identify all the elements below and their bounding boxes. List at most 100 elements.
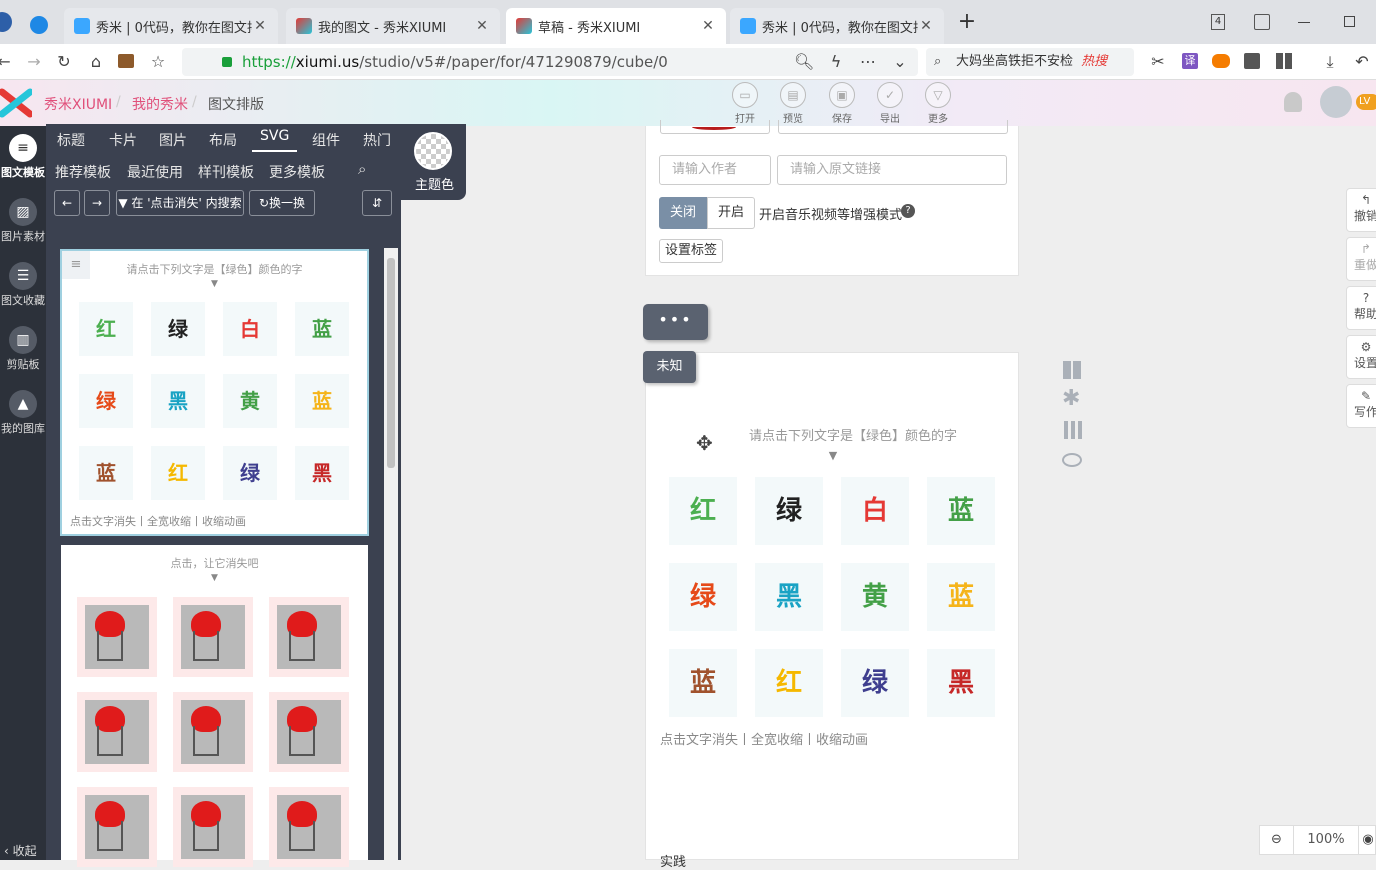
browser-profile-icon[interactable] [0, 12, 12, 32]
help-icon[interactable]: ? [901, 204, 915, 218]
enhance-off-toggle[interactable]: 关闭 [659, 197, 707, 229]
lightning-icon[interactable]: ϟ [826, 52, 846, 72]
open-button[interactable]: ▭ 打开 [728, 82, 762, 125]
subtab-more[interactable]: 更多模板 [269, 162, 325, 182]
heart-bin-image[interactable] [77, 787, 157, 867]
color-word-cell[interactable]: 白 [841, 477, 909, 545]
save-button[interactable]: ▣ 保存 [825, 82, 859, 125]
apps-grid-icon[interactable] [1276, 53, 1292, 69]
color-word-cell[interactable]: 蓝 [927, 563, 995, 631]
back-icon[interactable]: ← [0, 52, 14, 72]
swap-button[interactable]: ↻换一换 [249, 190, 315, 216]
export-button[interactable]: ✓ 导出 [873, 82, 907, 125]
next-page-button[interactable]: → [84, 190, 110, 216]
color-word-cell[interactable]: 绿 [755, 477, 823, 545]
color-word-cell[interactable]: 蓝 [295, 374, 349, 428]
color-word-cell[interactable]: 黑 [755, 563, 823, 631]
subtab-sample[interactable]: 样刊模板 [198, 162, 254, 182]
tab-2[interactable]: 我的图文 - 秀米XIUMI ✕ [286, 8, 500, 44]
color-word-cell[interactable]: 绿 [841, 649, 909, 717]
color-word-cell[interactable]: 蓝 [927, 477, 995, 545]
block-type-badge[interactable]: 未知 [643, 351, 696, 383]
translate-icon[interactable]: 译 [1182, 53, 1198, 69]
color-word-cell[interactable]: 绿 [151, 302, 205, 356]
color-word-cell[interactable]: 黑 [927, 649, 995, 717]
author-input[interactable]: 请输入作者 [659, 155, 771, 185]
tab-3-active[interactable]: 草稿 - 秀米XIUMI ✕ [506, 8, 726, 44]
color-word-cell[interactable]: 绿 [223, 446, 277, 500]
more-button[interactable]: ▽ 更多 [921, 82, 955, 125]
color-word-cell[interactable]: 黑 [151, 374, 205, 428]
minimize-icon[interactable] [1298, 22, 1310, 23]
prev-page-button[interactable]: ← [54, 190, 80, 216]
tab-layout[interactable]: 布局 [209, 130, 237, 150]
reload-icon[interactable]: ↻ [54, 52, 74, 72]
write-action-button[interactable]: ✎ 写作 [1346, 384, 1376, 428]
color-word-cell[interactable]: 蓝 [669, 649, 737, 717]
tab-hot[interactable]: 热门 [363, 130, 391, 150]
color-word-cell[interactable]: 绿 [79, 374, 133, 428]
color-word-cell[interactable]: 黑 [295, 446, 349, 500]
asterisk-icon[interactable]: ✱ [1062, 386, 1080, 411]
zoom-out-icon[interactable]: ⊖ [1260, 826, 1294, 854]
settings-action-button[interactable]: ⚙ 设置 [1346, 335, 1376, 379]
tab-4[interactable]: 秀米 | 0代码，教你在图文排版 ✕ [730, 8, 944, 44]
more-horizontal-icon[interactable]: ⋯ [858, 52, 878, 72]
shirt-icon[interactable] [1254, 14, 1270, 30]
xiumi-logo-icon[interactable] [0, 88, 34, 118]
zoom-search-icon[interactable]: 🔍︎ [794, 52, 814, 72]
heart-bin-image[interactable] [77, 692, 157, 772]
tab-svg[interactable]: SVG [252, 128, 298, 152]
heart-bin-image[interactable] [77, 597, 157, 677]
undo-action-button[interactable]: ↰ 撤销 [1346, 188, 1376, 232]
close-icon[interactable]: ✕ [918, 18, 934, 34]
filter-search-button[interactable]: ▼ 在 '点击消失' 内搜索 [116, 190, 244, 216]
panel-scrollbar[interactable] [384, 248, 398, 860]
forward-icon[interactable]: → [24, 52, 44, 72]
extension-bag-icon[interactable] [118, 54, 134, 68]
heart-bin-image[interactable] [269, 597, 349, 677]
heart-bin-image[interactable] [173, 597, 253, 677]
source-link-input[interactable]: 请输入原文链接 [777, 155, 1007, 185]
heart-bin-image[interactable] [173, 787, 253, 867]
new-tab-button[interactable]: + [956, 11, 978, 34]
sort-button[interactable]: ⇵ [362, 190, 392, 216]
rail-item-gallery[interactable]: ▲ 我的图库 [0, 390, 46, 436]
enhance-on-toggle[interactable]: 开启 [707, 197, 755, 229]
subtab-recent[interactable]: 最近使用 [127, 162, 183, 182]
breadcrumb-my-xiumi[interactable]: 我的秀米 [132, 94, 188, 114]
color-word-cell[interactable]: 红 [669, 477, 737, 545]
scissors-icon[interactable]: ✂ [1148, 52, 1168, 72]
avatar[interactable] [1320, 86, 1352, 118]
heart-bin-image[interactable] [269, 787, 349, 867]
color-word-cell[interactable]: 白 [223, 302, 277, 356]
color-word-cell[interactable]: 红 [755, 649, 823, 717]
bar-chart-icon[interactable] [1064, 421, 1082, 439]
close-icon[interactable]: ✕ [252, 18, 268, 34]
undo-icon[interactable]: ↶ [1352, 52, 1372, 72]
browser-search-box[interactable]: ⌕ 大妈坐高铁拒不安检 热搜 [926, 48, 1134, 76]
template-card-svg-color[interactable]: ≡ 请点击下列文字是【绿色】颜色的字 ▼ 红绿白蓝绿黑黄蓝蓝红绿黑 点击文字消失… [60, 249, 369, 536]
breadcrumb-home[interactable]: 秀米XIUMI [44, 94, 112, 114]
rail-item-favorites[interactable]: ☰ 图文收藏 [0, 262, 46, 308]
color-word-cell[interactable]: 黄 [841, 563, 909, 631]
set-tags-button[interactable]: 设置标签 [659, 239, 723, 263]
tab-component[interactable]: 组件 [312, 130, 340, 150]
reader-icon[interactable] [1244, 53, 1260, 69]
download-icon[interactable]: ⤓ [1320, 52, 1340, 72]
tab-title[interactable]: 标题 [57, 130, 85, 150]
tab-1[interactable]: 秀米 | 0代码，教你在图文排版 ✕ [64, 8, 278, 44]
chevron-down-icon[interactable]: ⌄ [890, 52, 910, 72]
close-icon[interactable]: ✕ [700, 18, 716, 34]
home-icon[interactable]: ⌂ [86, 52, 106, 72]
tab-card[interactable]: 卡片 [109, 130, 137, 150]
game-icon[interactable] [1212, 54, 1230, 68]
fit-view-icon[interactable]: ◉ [1358, 826, 1376, 854]
eye-icon[interactable] [1062, 453, 1082, 467]
close-icon[interactable]: ✕ [474, 18, 490, 34]
scrollbar-thumb[interactable] [387, 258, 395, 468]
rail-item-templates[interactable]: ≡ 图文模板 [0, 134, 46, 180]
favorites-star-icon[interactable]: ☆ [148, 52, 168, 72]
summary-field[interactable] [778, 120, 1008, 134]
notification-bell-icon[interactable] [1284, 92, 1302, 112]
